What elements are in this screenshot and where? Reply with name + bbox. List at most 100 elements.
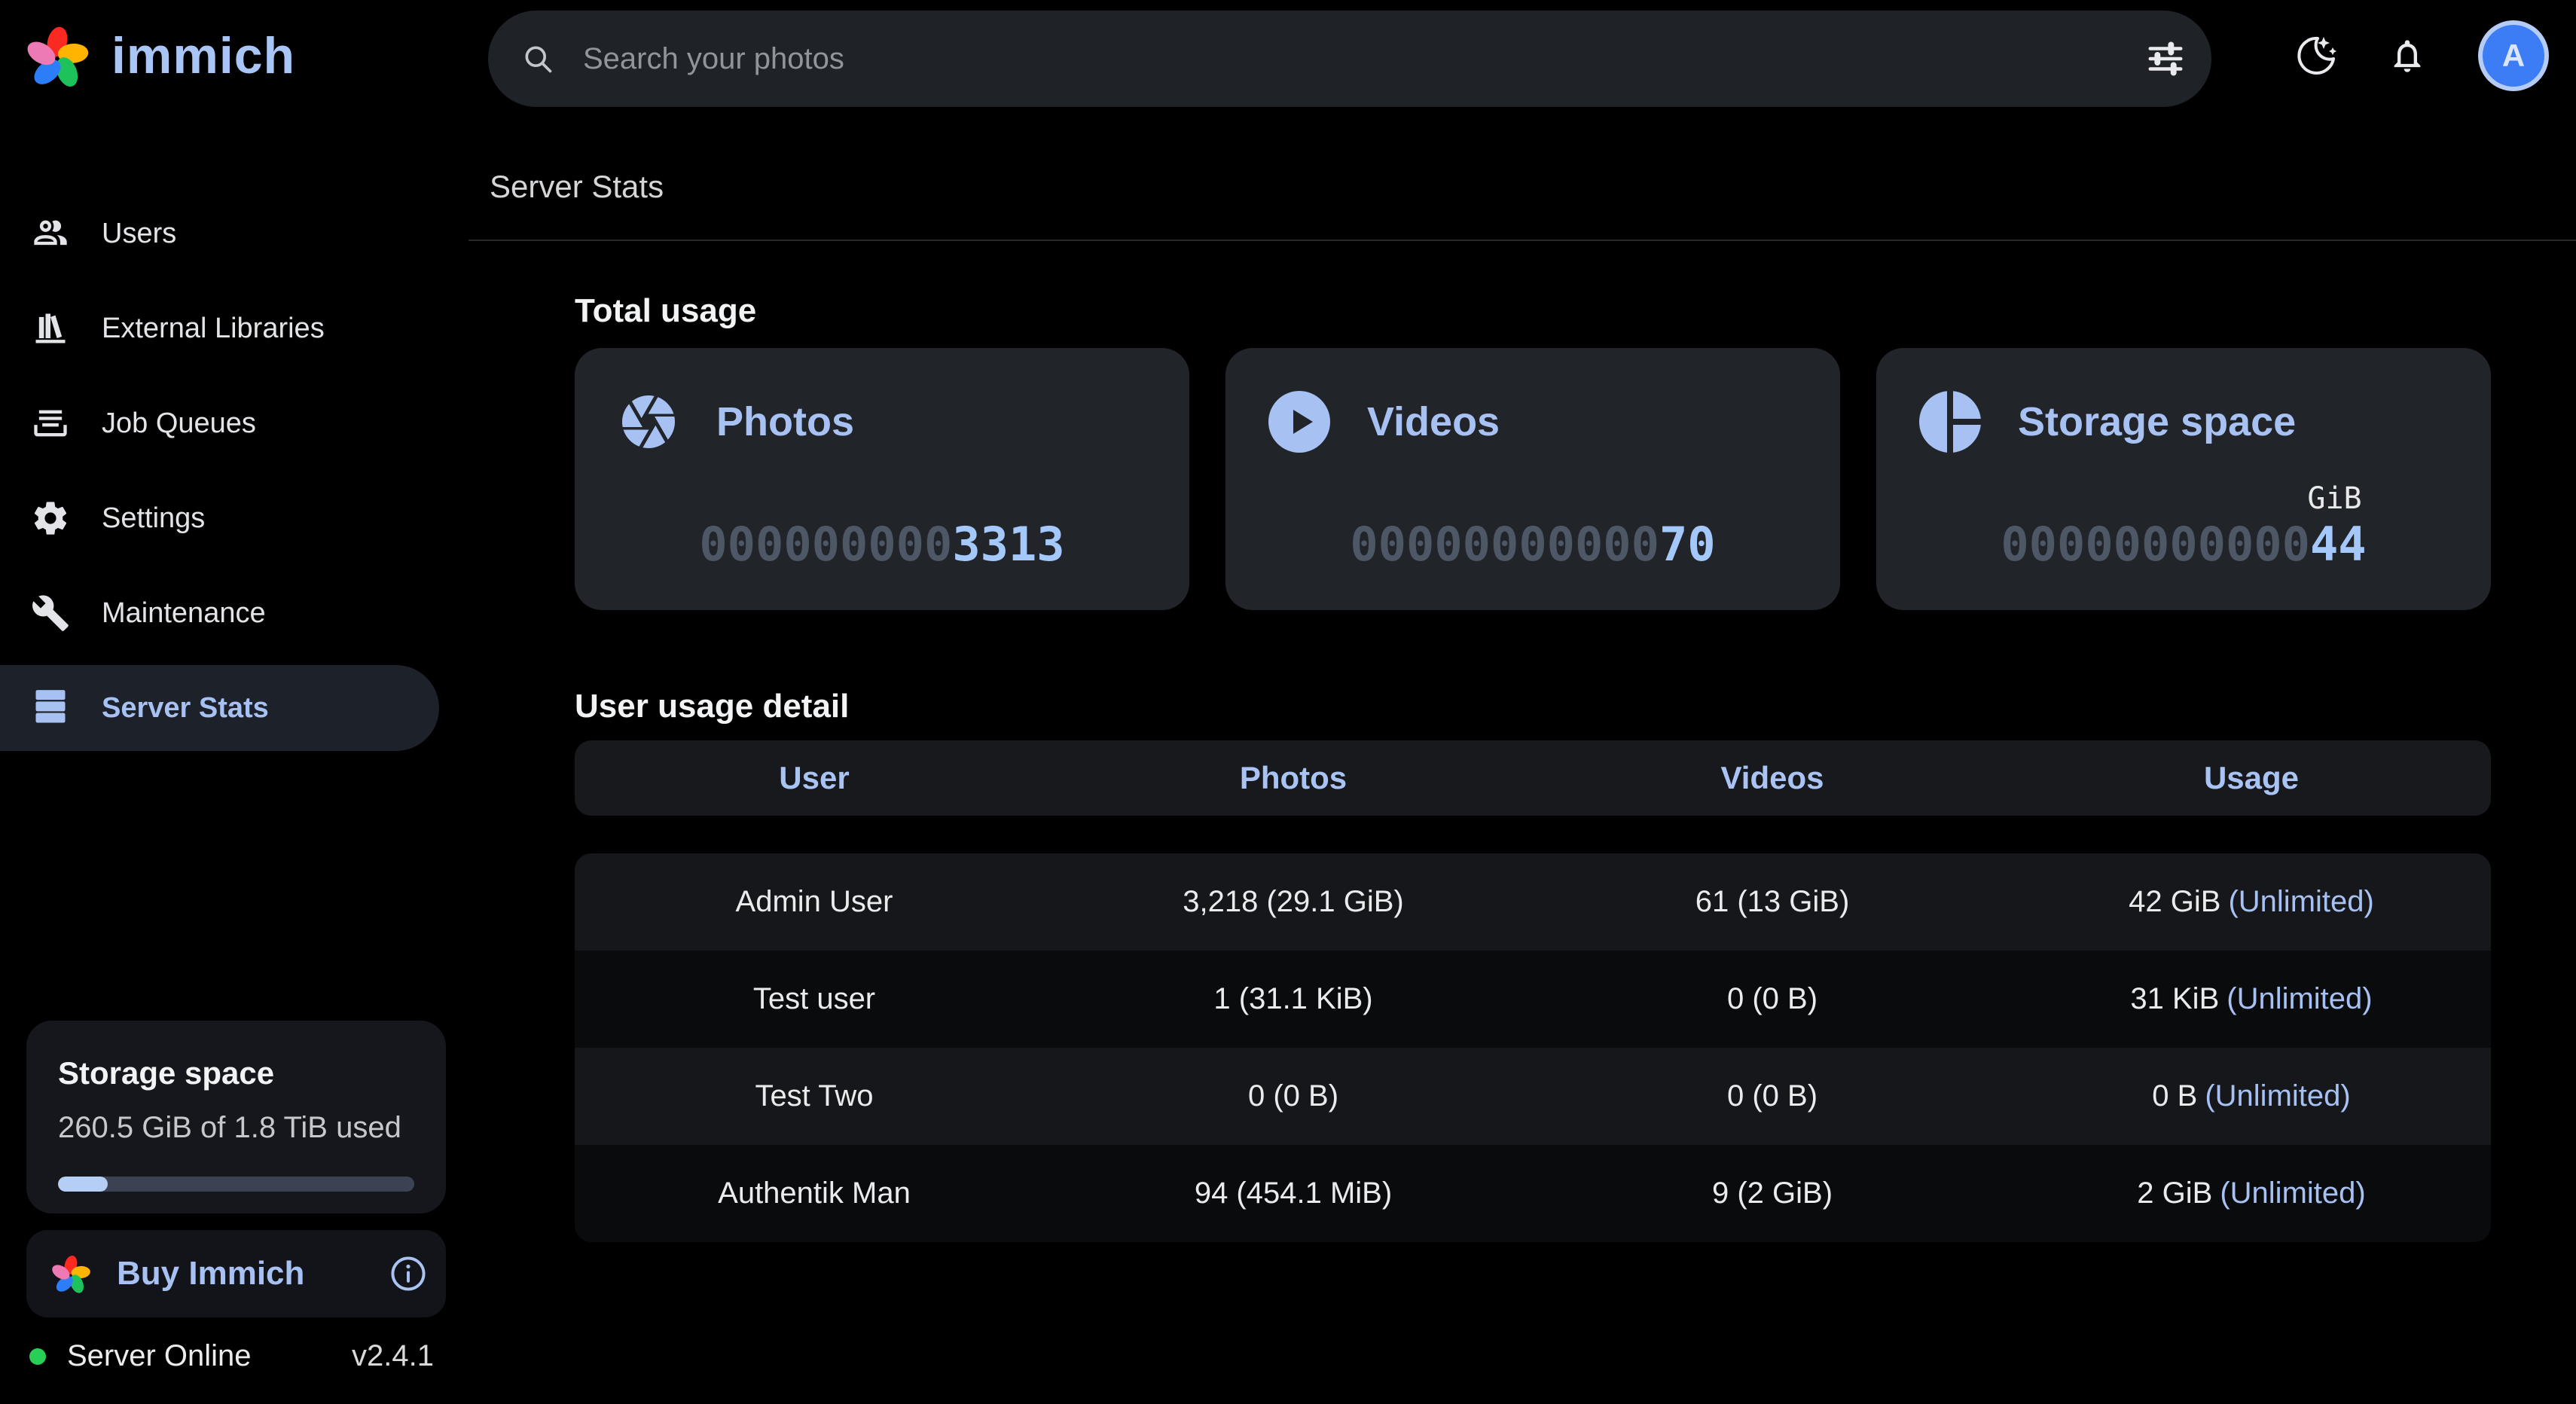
- server-status-row: Server Online v2.4.1: [26, 1339, 446, 1373]
- cell-user: Admin User: [575, 885, 1054, 919]
- cell-photos: 94 (454.1 MiB): [1054, 1177, 1533, 1210]
- sidebar-label-maintenance: Maintenance: [102, 597, 266, 630]
- cell-videos: 0 (0 B): [1533, 982, 2012, 1016]
- storage-panel-title: Storage space: [58, 1055, 414, 1091]
- sidebar-item-settings[interactable]: Settings: [0, 475, 439, 561]
- cell-videos: 0 (0 B): [1533, 1079, 2012, 1113]
- wrench-icon: [31, 594, 70, 633]
- quota-badge: (Unlimited): [2205, 1079, 2350, 1113]
- storage-card-label: Storage space: [2018, 398, 2296, 445]
- quota-badge: (Unlimited): [2220, 1177, 2365, 1210]
- bookshelf-icon: [31, 309, 70, 348]
- table-row: Test user 1 (31.1 KiB) 0 (0 B) 31 KiB(Un…: [575, 951, 2491, 1048]
- play-circle-icon: [1268, 390, 1331, 453]
- storage-progress-bar: [58, 1177, 414, 1192]
- header-divider: [469, 240, 2576, 241]
- total-usage-cards: Photos 0000000003313 Videos 00: [575, 348, 2491, 610]
- cell-usage: 42 GiB(Unlimited): [2012, 885, 2491, 919]
- user-usage-heading: User usage detail: [575, 688, 2491, 725]
- sidebar-label-settings: Settings: [102, 502, 205, 535]
- column-videos: Videos: [1533, 760, 2012, 796]
- storage-stat-card: Storage space GiB 0000000000044: [1876, 348, 2491, 610]
- sidebar-item-external-libraries[interactable]: External Libraries: [0, 285, 439, 371]
- videos-card-label: Videos: [1367, 398, 1500, 445]
- cell-photos: 3,218 (29.1 GiB): [1054, 885, 1533, 919]
- online-status-dot: [29, 1348, 46, 1365]
- search-bar[interactable]: Search your photos: [488, 11, 2211, 107]
- storage-count-padding: 00000000000: [2001, 517, 2310, 572]
- user-usage-table-header: User Photos Videos Usage: [575, 740, 2491, 816]
- sidebar-label-server-stats: Server Stats: [102, 692, 269, 725]
- cell-videos: 61 (13 GiB): [1533, 885, 2012, 919]
- users-icon: [31, 214, 70, 253]
- cell-usage: 2 GiB(Unlimited): [2012, 1177, 2491, 1210]
- search-input[interactable]: Search your photos: [583, 42, 2145, 76]
- quota-badge: (Unlimited): [2228, 885, 2373, 918]
- sidebar-item-server-stats[interactable]: Server Stats: [0, 665, 439, 751]
- photos-count-padding: 000000000: [699, 517, 952, 572]
- table-row: Authentik Man 94 (454.1 MiB) 9 (2 GiB) 2…: [575, 1145, 2491, 1242]
- sidebar-label-job-queues: Job Queues: [102, 407, 256, 440]
- cell-photos: 1 (31.1 KiB): [1054, 982, 1533, 1016]
- buy-immich-button[interactable]: Buy Immich: [26, 1230, 446, 1317]
- quota-badge: (Unlimited): [2227, 982, 2372, 1015]
- sidebar-item-maintenance[interactable]: Maintenance: [0, 570, 439, 656]
- aperture-icon: [617, 390, 680, 453]
- column-photos: Photos: [1054, 760, 1533, 796]
- cell-usage: 31 KiB(Unlimited): [2012, 982, 2491, 1016]
- storage-progress-fill: [58, 1177, 108, 1192]
- storage-count-value: 44: [2310, 517, 2367, 572]
- videos-count-value: 70: [1659, 517, 1716, 572]
- videos-count: 0000000000070: [1225, 515, 1840, 568]
- server-version: v2.4.1: [352, 1339, 434, 1373]
- logo-text: immich: [111, 26, 295, 85]
- cell-user: Test Two: [575, 1079, 1054, 1113]
- search-filter-icon[interactable]: [2145, 38, 2186, 79]
- sidebar-item-job-queues[interactable]: Job Queues: [0, 380, 439, 466]
- immich-flower-icon-small: [49, 1251, 93, 1296]
- storage-unit: GiB: [2307, 482, 2361, 515]
- search-icon: [521, 42, 554, 75]
- user-usage-section: User usage detail User Photos Videos Usa…: [575, 688, 2491, 1242]
- sidebar-label-users: Users: [102, 218, 176, 250]
- buy-immich-label: Buy Immich: [117, 1255, 304, 1293]
- gear-icon: [31, 499, 70, 538]
- videos-count-padding: 00000000000: [1350, 517, 1659, 572]
- total-usage-section: Total usage Photos 0000000003313: [575, 292, 2491, 610]
- photos-count-value: 3313: [952, 517, 1064, 572]
- notifications-button[interactable]: [2388, 36, 2427, 75]
- cell-user: Authentik Man: [575, 1177, 1054, 1210]
- dark-mode-toggle[interactable]: [2296, 35, 2338, 77]
- server-stats-icon: [31, 688, 70, 728]
- videos-stat-card: Videos 0000000000070: [1225, 348, 1840, 610]
- sidebar-item-users[interactable]: Users: [0, 191, 439, 276]
- avatar-letter: A: [2502, 38, 2525, 74]
- user-usage-table-body: Admin User 3,218 (29.1 GiB) 61 (13 GiB) …: [575, 853, 2491, 1242]
- immich-logo[interactable]: immich: [23, 20, 295, 92]
- moon-stars-icon: [2296, 35, 2338, 77]
- storage-count: GiB 0000000000044: [1876, 482, 2491, 568]
- table-row: Admin User 3,218 (29.1 GiB) 61 (13 GiB) …: [575, 853, 2491, 951]
- storage-usage-text: 260.5 GiB of 1.8 TiB used: [58, 1111, 414, 1145]
- storage-space-panel: Storage space 260.5 GiB of 1.8 TiB used: [26, 1021, 446, 1213]
- account-avatar[interactable]: A: [2483, 25, 2544, 87]
- bell-icon: [2388, 36, 2427, 75]
- total-usage-heading: Total usage: [575, 292, 2491, 330]
- cell-usage: 0 B(Unlimited): [2012, 1079, 2491, 1113]
- photos-stat-card: Photos 0000000003313: [575, 348, 1189, 610]
- info-icon[interactable]: [389, 1254, 428, 1293]
- cell-photos: 0 (0 B): [1054, 1079, 1533, 1113]
- column-usage: Usage: [2012, 760, 2491, 796]
- immich-flower-icon: [23, 20, 92, 92]
- job-queues-icon: [31, 404, 70, 443]
- cell-user: Test user: [575, 982, 1054, 1016]
- photos-card-label: Photos: [716, 398, 854, 445]
- admin-sidebar: Users External Libraries Job Queues Sett…: [0, 191, 439, 751]
- column-user: User: [575, 760, 1054, 796]
- table-row: Test Two 0 (0 B) 0 (0 B) 0 B(Unlimited): [575, 1048, 2491, 1145]
- pie-chart-icon: [1918, 390, 1982, 453]
- cell-videos: 9 (2 GiB): [1533, 1177, 2012, 1210]
- photos-count: 0000000003313: [575, 515, 1189, 568]
- sidebar-label-external-libraries: External Libraries: [102, 313, 325, 345]
- server-status-label: Server Online: [67, 1339, 252, 1373]
